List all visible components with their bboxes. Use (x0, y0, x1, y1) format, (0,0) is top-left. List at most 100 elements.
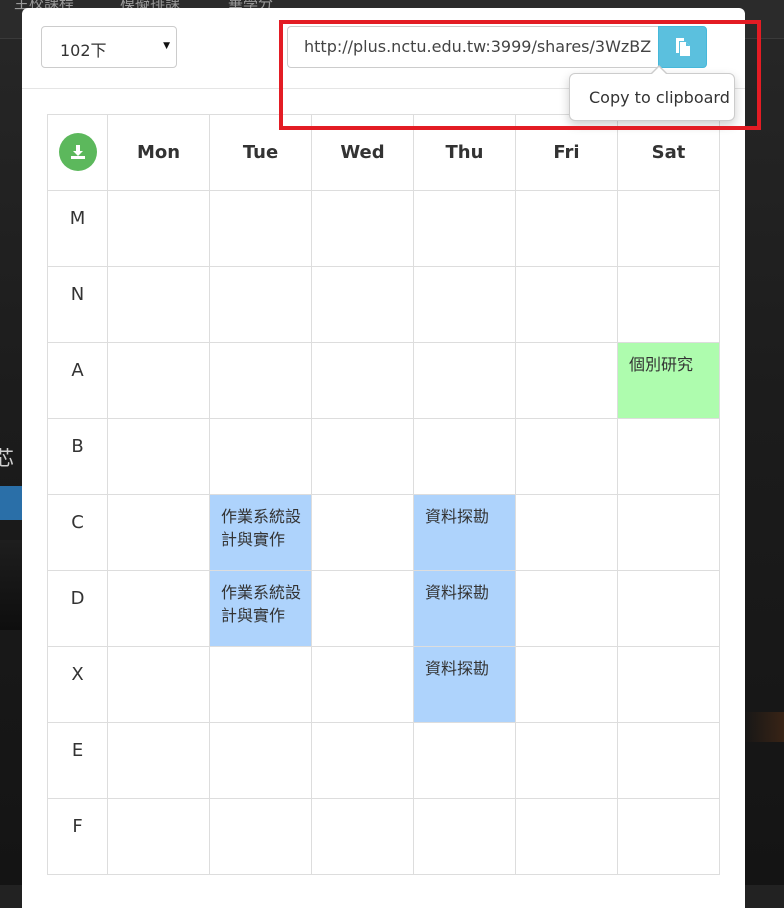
day-header-fri: Fri (515, 114, 618, 191)
timetable-cell (617, 266, 720, 343)
timetable-cell (515, 646, 618, 723)
clipboard-icon (673, 37, 693, 61)
timetable-cell (515, 266, 618, 343)
timetable-cell (617, 722, 720, 799)
course-cell[interactable]: 作業系統設計與實作 (209, 494, 312, 571)
timetable-cell (515, 798, 618, 875)
period-label: B (47, 418, 108, 495)
timetable-cell (617, 418, 720, 495)
course-cell[interactable]: 資料探勘 (413, 570, 516, 647)
timetable-cell (107, 570, 210, 647)
timetable-cell (311, 494, 414, 571)
timetable-cell (515, 190, 618, 267)
timetable-cell (515, 418, 618, 495)
day-header-tue: Tue (209, 114, 312, 191)
period-label: N (47, 266, 108, 343)
course-name: 個別研究 (629, 355, 694, 374)
timetable-cell (515, 722, 618, 799)
course-name: 作業系統設計與實作 (221, 583, 302, 625)
timetable-cell (515, 570, 618, 647)
timetable-cell (311, 190, 414, 267)
timetable-cell (515, 342, 618, 419)
timetable-cell (209, 798, 312, 875)
timetable-cell (209, 342, 312, 419)
table-row: A 個別研究 (47, 342, 720, 419)
timetable-cell (617, 494, 720, 571)
timetable-cell (311, 342, 414, 419)
timetable-cell (311, 646, 414, 723)
timetable-cell (107, 418, 210, 495)
period-label: D (47, 570, 108, 647)
timetable-cell (413, 342, 516, 419)
timetable-cell (311, 722, 414, 799)
timetable-cell (209, 190, 312, 267)
period-label: X (47, 646, 108, 723)
timetable-cell (209, 722, 312, 799)
timetable-cell (413, 190, 516, 267)
course-cell[interactable]: 作業系統設計與實作 (209, 570, 312, 647)
background-side-text: 芯 (0, 446, 14, 470)
period-label: M (47, 190, 108, 267)
share-modal: 102下 ▼ http://plus.nctu.edu.tw:3999/shar… (22, 8, 745, 908)
table-row: E (47, 722, 720, 799)
timetable-cell (311, 266, 414, 343)
timetable-cell (311, 570, 414, 647)
table-row: D 作業系統設計與實作 資料探勘 (47, 570, 720, 647)
timetable-cell (617, 570, 720, 647)
download-icon (70, 145, 85, 159)
timetable-cell (107, 722, 210, 799)
timetable-cell (413, 798, 516, 875)
timetable-cell (311, 418, 414, 495)
table-row: C 作業系統設計與實作 資料探勘 (47, 494, 720, 571)
period-label: E (47, 722, 108, 799)
timetable-cell (209, 418, 312, 495)
semester-select-value: 102下 (60, 41, 107, 60)
day-header-sat: Sat (617, 114, 720, 191)
timetable-header-row: Mon Tue Wed Thu Fri Sat (47, 114, 720, 191)
tooltip-text: Copy to clipboard (589, 88, 730, 107)
timetable-cell (107, 646, 210, 723)
download-button[interactable] (58, 133, 97, 171)
period-label: C (47, 494, 108, 571)
table-row: X 資料探勘 (47, 646, 720, 723)
day-header-wed: Wed (311, 114, 414, 191)
table-row: F (47, 798, 720, 875)
background-image (0, 540, 22, 630)
course-cell[interactable]: 個別研究 (617, 342, 720, 419)
tooltip-arrow-inner (651, 67, 667, 75)
timetable-cell (413, 418, 516, 495)
timetable-cell (107, 190, 210, 267)
caret-down-icon: ▼ (163, 41, 170, 51)
table-row: N (47, 266, 720, 343)
semester-select[interactable]: 102下 ▼ (41, 26, 177, 68)
background-banner (0, 486, 22, 520)
course-cell[interactable]: 資料探勘 (413, 494, 516, 571)
timetable-cell (107, 342, 210, 419)
period-label: A (47, 342, 108, 419)
table-row: M (47, 190, 720, 267)
copy-tooltip: Copy to clipboard (569, 65, 735, 121)
share-url-text: http://plus.nctu.edu.tw:3999/shares/3WzB… (304, 37, 652, 56)
download-cell (47, 114, 108, 191)
table-row: B (47, 418, 720, 495)
course-name: 資料探勘 (425, 507, 490, 526)
course-name: 作業系統設計與實作 (221, 507, 302, 549)
timetable-cell (209, 266, 312, 343)
copy-to-clipboard-button[interactable] (658, 26, 707, 68)
course-name: 資料探勘 (425, 659, 490, 678)
share-url-input[interactable]: http://plus.nctu.edu.tw:3999/shares/3WzB… (287, 26, 659, 68)
period-label: F (47, 798, 108, 875)
timetable-cell (617, 798, 720, 875)
timetable-cell (311, 798, 414, 875)
background-glow (744, 712, 784, 742)
day-header-mon: Mon (107, 114, 210, 191)
timetable-cell (617, 646, 720, 723)
timetable-cell (413, 266, 516, 343)
timetable-cell (617, 190, 720, 267)
course-cell[interactable]: 資料探勘 (413, 646, 516, 723)
timetable-cell (413, 722, 516, 799)
day-header-thu: Thu (413, 114, 516, 191)
timetable-cell (209, 646, 312, 723)
timetable-cell (107, 494, 210, 571)
course-name: 資料探勘 (425, 583, 490, 602)
